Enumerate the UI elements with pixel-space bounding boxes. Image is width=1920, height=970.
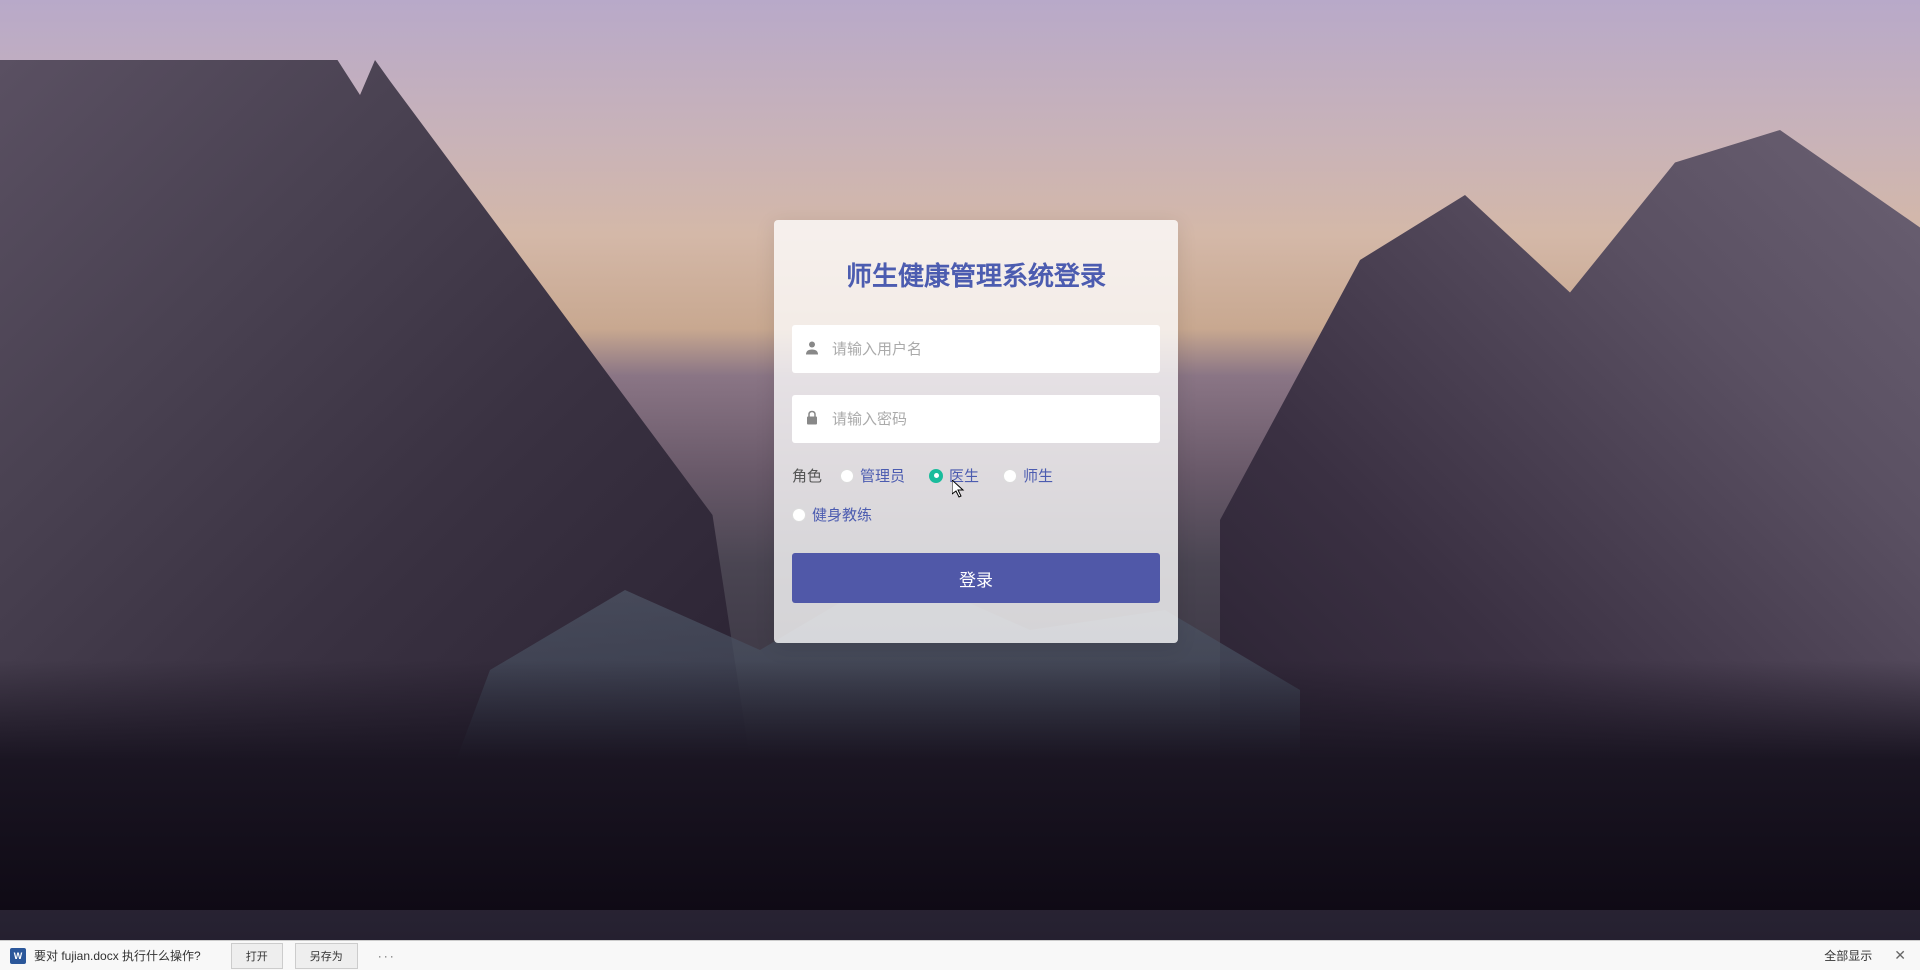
radio-label: 健身教练: [812, 504, 872, 525]
radio-label: 医生: [949, 465, 979, 486]
more-options-button[interactable]: ···: [370, 945, 404, 967]
radio-label: 师生: [1023, 465, 1053, 486]
role-label: 角色: [792, 465, 822, 486]
radio-circle-icon: [792, 508, 806, 522]
save-as-button[interactable]: 另存为: [295, 943, 358, 969]
download-bar: W 要对 fujian.docx 执行什么操作? 打开 另存为 ··· 全部显示…: [0, 940, 1920, 970]
show-all-button[interactable]: 全部显示: [1824, 947, 1872, 964]
radio-doctor[interactable]: 医生: [929, 465, 979, 486]
radio-label: 管理员: [860, 465, 905, 486]
login-title: 师生健康管理系统登录: [792, 256, 1160, 293]
radio-circle-icon: [1003, 469, 1017, 483]
close-icon[interactable]: ✕: [1890, 947, 1910, 964]
lock-icon: [806, 411, 818, 428]
word-doc-icon: W: [10, 948, 26, 964]
open-button[interactable]: 打开: [231, 943, 283, 969]
username-group: [792, 325, 1160, 373]
download-buttons: 打开 另存为 ···: [231, 943, 404, 969]
radio-circle-icon: [929, 469, 943, 483]
login-panel: 师生健康管理系统登录 角色 管理员: [774, 220, 1178, 643]
radio-circle-icon: [840, 469, 854, 483]
trees-decoration: [0, 660, 1920, 910]
download-message: 要对 fujian.docx 执行什么操作?: [34, 947, 201, 964]
username-input[interactable]: [792, 325, 1160, 373]
radio-student-teacher[interactable]: 师生: [1003, 465, 1053, 486]
download-right: 全部显示 ✕: [1824, 947, 1910, 964]
radio-admin[interactable]: 管理员: [840, 465, 905, 486]
user-icon: [806, 341, 818, 358]
role-section: 角色 管理员 医生 师生 健身教练: [792, 465, 1160, 525]
radio-fitness-coach[interactable]: 健身教练: [792, 504, 1160, 525]
password-input[interactable]: [792, 395, 1160, 443]
password-group: [792, 395, 1160, 443]
login-button[interactable]: 登录: [792, 553, 1160, 603]
